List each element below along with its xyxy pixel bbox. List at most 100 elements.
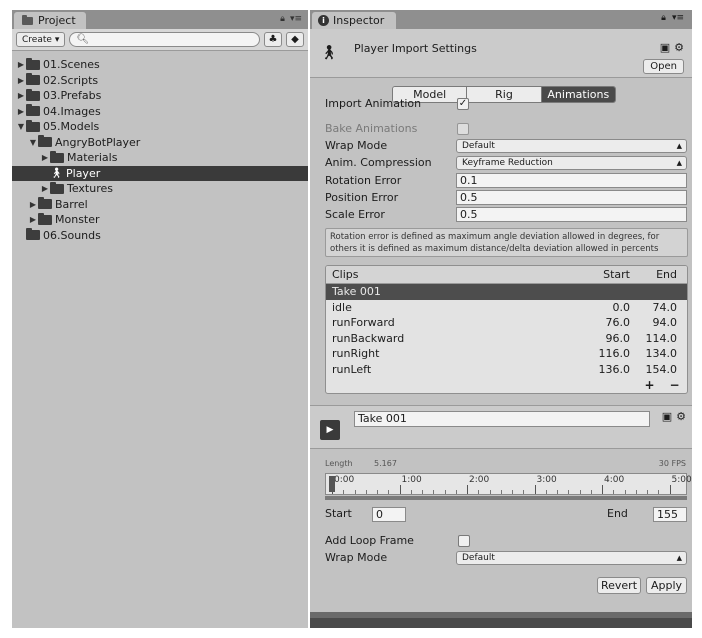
clip-wrap-mode-dropdown[interactable]: Default ▲	[456, 551, 687, 565]
expand-arrow-right-icon[interactable]: ▶	[40, 153, 50, 162]
add-loop-frame-checkbox[interactable]	[458, 535, 470, 547]
anim-compression-dropdown[interactable]: Keyframe Reduction ▲	[456, 156, 687, 170]
clip-name: idle	[332, 300, 352, 314]
scale-error-field[interactable]: 0.5	[456, 207, 687, 222]
create-button[interactable]: Create ▾	[16, 32, 66, 47]
filter-by-label-icon[interactable]: ◆	[286, 32, 304, 47]
clip-wrap-mode-value: Default	[462, 553, 495, 563]
rotation-error-label: Rotation Error	[325, 174, 402, 187]
expand-arrow-right-icon[interactable]: ▶	[16, 60, 26, 69]
rotation-error-field[interactable]: 0.1	[456, 173, 687, 188]
revert-button[interactable]: Revert	[597, 577, 641, 594]
tree-item[interactable]: ▶ Textures	[12, 181, 308, 197]
folder-icon	[38, 197, 52, 210]
folder-icon	[26, 228, 40, 241]
tree-item[interactable]: ▶ 01.Scenes	[12, 57, 308, 73]
timeline-tick-label: 0:00	[334, 475, 355, 485]
clip-rows: Take 001 idle 0.0 74.0 runForward 76.0 94.0 run…	[326, 284, 687, 377]
tree-item[interactable]: ▶ 03.Prefabs	[12, 88, 308, 104]
tree-item-label: 05.Models	[43, 120, 100, 134]
add-clip-button[interactable]: +	[644, 378, 654, 393]
bake-animations-checkbox[interactable]	[457, 123, 469, 135]
clip-row[interactable]: Take 001	[326, 284, 687, 300]
timeline-minor-tick	[489, 490, 491, 494]
tree-item[interactable]: ▶ 02.Scripts	[12, 73, 308, 89]
clip-row[interactable]: runLeft 136.0 154.0	[326, 362, 687, 378]
tree-item[interactable]: ▶ Monster	[12, 212, 308, 228]
tab-inspector[interactable]: i Inspector	[312, 12, 397, 29]
position-error-field[interactable]: 0.5	[456, 190, 687, 205]
search-input[interactable]: 🔍︎	[69, 32, 260, 47]
tree-item[interactable]: ▼ 05.Models	[12, 119, 308, 135]
expand-arrow-right-icon[interactable]: ▶	[16, 107, 26, 116]
timeline-minor-tick	[377, 490, 378, 494]
tree-item[interactable]: ▶ 04.Images	[12, 104, 308, 120]
clip-row[interactable]: idle 0.0 74.0	[326, 300, 687, 316]
timeline-ruler[interactable]: 0:00 1:00 2:00 3:00 4:00 5:00	[325, 473, 692, 495]
tree-item-label: 01.Scenes	[43, 58, 100, 72]
expand-arrow-down-icon[interactable]: ▼	[16, 122, 26, 131]
clips-header: Clips Start End	[326, 266, 687, 284]
remove-clip-button[interactable]: −	[669, 378, 679, 393]
folder-icon	[26, 88, 40, 101]
timeline-minor-tick	[422, 490, 423, 494]
gear-icon[interactable]: ⚙	[674, 41, 684, 54]
menu-icon[interactable]: ▾≡	[290, 14, 302, 24]
tree-item-label: 02.Scripts	[43, 73, 99, 87]
gear-icon[interactable]: ⚙	[676, 410, 686, 423]
wrap-mode-dropdown[interactable]: Default ▲	[456, 139, 687, 153]
project-toolbar: Create ▾ 🔍︎ ♣ ◆	[12, 29, 308, 51]
tab-rig[interactable]: Rig	[467, 87, 542, 102]
start-field[interactable]: 0	[372, 507, 406, 522]
timeline-minor-tick	[455, 490, 457, 494]
expand-arrow-right-icon[interactable]: ▶	[40, 184, 50, 193]
filter-by-type-icon[interactable]: ♣	[264, 32, 282, 47]
end-field[interactable]: 155	[653, 507, 687, 522]
length-label: Length	[325, 459, 353, 468]
clip-row[interactable]: runRight 116.0 134.0	[326, 346, 687, 362]
fps-label: 30 FPS	[658, 459, 686, 468]
tab-project[interactable]: Project	[14, 12, 86, 29]
lock-icon[interactable]: 🔒︎	[661, 13, 666, 23]
tree-item[interactable]: ▶ Materials	[12, 150, 308, 166]
tree-item-label: Materials	[67, 151, 118, 165]
expand-arrow-right-icon[interactable]: ▶	[16, 76, 26, 85]
clip-name-field[interactable]: Take 001	[354, 411, 650, 427]
timeline-minor-tick	[635, 490, 637, 494]
timeline-scrubber[interactable]	[325, 496, 687, 500]
menu-icon[interactable]: ▾≡	[672, 13, 684, 23]
timeline-minor-tick	[500, 490, 502, 494]
help-icon[interactable]: ▣	[660, 41, 670, 54]
clip-row[interactable]: runForward 76.0 94.0	[326, 315, 687, 331]
timeline-minor-tick	[410, 490, 412, 494]
help-icon[interactable]: ▣	[662, 410, 672, 423]
timeline-minor-tick	[590, 490, 592, 494]
timeline-start-marker[interactable]	[329, 476, 335, 492]
clip-name: Take 001	[332, 285, 381, 298]
model-asset-icon: 🚶︎	[50, 167, 63, 179]
tree-item[interactable]: 06.Sounds	[12, 228, 308, 244]
tree-item[interactable]: ▼ AngryBotPlayer	[12, 135, 308, 151]
tab-animations[interactable]: Animations	[541, 87, 615, 102]
expand-arrow-right-icon[interactable]: ▶	[16, 91, 26, 100]
clip-start: 0.0	[612, 300, 631, 314]
apply-button[interactable]: Apply	[646, 577, 687, 594]
inspector-panel: i Inspector 🔒︎ ▾≡ 🚶︎ Player Import Setti…	[310, 10, 692, 628]
clip-row[interactable]: runBackward 96.0 114.0	[326, 331, 687, 347]
expand-arrow-down-icon[interactable]: ▼	[28, 138, 38, 147]
tree-item[interactable]: 🚶︎ Player	[12, 165, 308, 181]
expand-arrow-right-icon[interactable]: ▶	[28, 200, 38, 209]
folder-icon	[26, 104, 40, 117]
dropdown-arrow-icon: ▲	[676, 159, 682, 167]
lock-icon[interactable]: 🔒︎	[280, 14, 285, 24]
tab-inspector-label: Inspector	[333, 14, 385, 27]
tree-item-label: 04.Images	[43, 104, 101, 118]
tree-item[interactable]: ▶ Barrel	[12, 197, 308, 213]
clip-end: 74.0	[652, 300, 678, 314]
expand-arrow-right-icon[interactable]: ▶	[28, 215, 38, 224]
clip-end: 114.0	[645, 331, 678, 345]
length-value: 5.167	[374, 459, 397, 468]
clips-footer: + −	[637, 378, 687, 393]
import-animation-checkbox[interactable]: ✓	[457, 98, 469, 110]
open-button[interactable]: Open	[643, 59, 684, 74]
